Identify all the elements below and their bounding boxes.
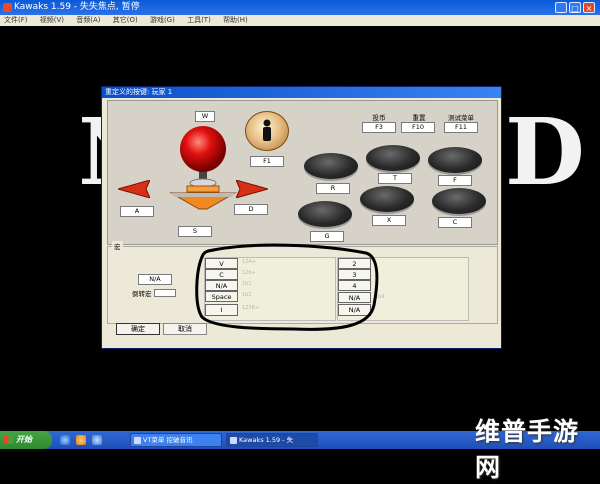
key-button-1[interactable]: R bbox=[316, 183, 350, 194]
browser-icon[interactable] bbox=[60, 435, 70, 445]
arrow-left-icon bbox=[116, 179, 151, 202]
arrow-right-icon bbox=[235, 179, 270, 202]
window-title-bar: Kawaks 1.59 - 失失焦点, 暂停 _ □ × bbox=[0, 0, 600, 15]
key-button-6[interactable]: C bbox=[438, 217, 472, 228]
app-icon bbox=[3, 3, 12, 12]
button-2-icon bbox=[366, 145, 420, 171]
button-3-icon bbox=[428, 147, 482, 173]
taskbar-item-active[interactable]: Kawaks 1.59 - 失 bbox=[226, 433, 318, 447]
dialog-title: 重定义的按键: 玩家 1 bbox=[102, 87, 501, 98]
start-button-icon bbox=[245, 111, 289, 151]
macro-key[interactable]: N/A bbox=[138, 274, 172, 285]
maximize-button[interactable]: □ bbox=[569, 2, 581, 13]
start-label: 开始 bbox=[16, 435, 32, 444]
hand-drawn-circle-annotation bbox=[194, 243, 384, 337]
key-reset[interactable]: F10 bbox=[401, 122, 435, 133]
key-config-dialog: 重定义的按键: 玩家 1 W A D S F1 投币 重置 测试菜单 F3 F1… bbox=[101, 86, 502, 349]
key-right[interactable]: D bbox=[234, 204, 268, 215]
key-button-2[interactable]: T bbox=[378, 173, 412, 184]
reverse-macro-field[interactable] bbox=[154, 289, 176, 297]
button-5-icon bbox=[360, 186, 414, 212]
menu-help[interactable]: 帮助(H) bbox=[223, 16, 248, 24]
start-button[interactable]: 开始 bbox=[0, 431, 52, 449]
menu-game[interactable]: 游戏(G) bbox=[150, 16, 175, 24]
joystick-icon bbox=[163, 123, 243, 213]
button-4-icon bbox=[298, 201, 352, 227]
watermark: 维普手游网 bbox=[475, 417, 580, 482]
key-coin[interactable]: F3 bbox=[362, 122, 396, 133]
key-test-menu[interactable]: F11 bbox=[444, 122, 478, 133]
taskbar-item[interactable]: VT菜单 挖破音讯 bbox=[130, 433, 222, 447]
cancel-button[interactable]: 取消 bbox=[163, 323, 207, 335]
button-1-icon bbox=[304, 153, 358, 179]
controller-area: W A D S F1 投币 重置 测试菜单 F3 F10 F11 R T F G… bbox=[107, 100, 498, 245]
menu-bar: 文件(F) 视频(V) 音频(A) 其它(O) 游戏(G) 工具(T) 帮助(H… bbox=[0, 15, 600, 26]
menu-audio[interactable]: 音频(A) bbox=[76, 16, 100, 24]
macro-legend: 宏 bbox=[112, 241, 123, 251]
folder-icon bbox=[134, 437, 141, 444]
test-menu-label: 测试菜单 bbox=[448, 114, 474, 122]
key-up[interactable]: W bbox=[195, 111, 215, 122]
minimize-button[interactable]: _ bbox=[555, 2, 567, 13]
key-button-3[interactable]: F bbox=[438, 175, 472, 186]
key-left[interactable]: A bbox=[120, 206, 154, 217]
taskbar-item-label: Kawaks 1.59 - 失 bbox=[239, 436, 294, 444]
key-start[interactable]: F1 bbox=[250, 156, 284, 167]
menu-tools[interactable]: 工具(T) bbox=[187, 16, 211, 24]
key-button-4[interactable]: G bbox=[310, 231, 344, 242]
button-6-icon bbox=[432, 188, 486, 214]
key-down[interactable]: S bbox=[178, 226, 212, 237]
desktop-icon[interactable] bbox=[92, 435, 102, 445]
menu-video[interactable]: 视频(V) bbox=[40, 16, 64, 24]
menu-other[interactable]: 其它(O) bbox=[113, 16, 138, 24]
windows-logo-icon bbox=[4, 435, 13, 444]
close-button[interactable]: × bbox=[583, 2, 595, 13]
reset-label: 重置 bbox=[412, 114, 426, 122]
app-icon bbox=[230, 437, 237, 444]
menu-file[interactable]: 文件(F) bbox=[4, 16, 28, 24]
background-letter-right: D bbox=[505, 98, 585, 206]
coin-label: 投币 bbox=[372, 114, 386, 122]
quick-launch-icon[interactable] bbox=[76, 435, 86, 445]
taskbar-item-label: VT菜单 挖破音讯 bbox=[143, 436, 193, 444]
key-button-5[interactable]: X bbox=[372, 215, 406, 226]
window-title: Kawaks 1.59 - 失失焦点, 暂停 bbox=[14, 2, 140, 12]
ok-button[interactable]: 确定 bbox=[116, 323, 160, 335]
